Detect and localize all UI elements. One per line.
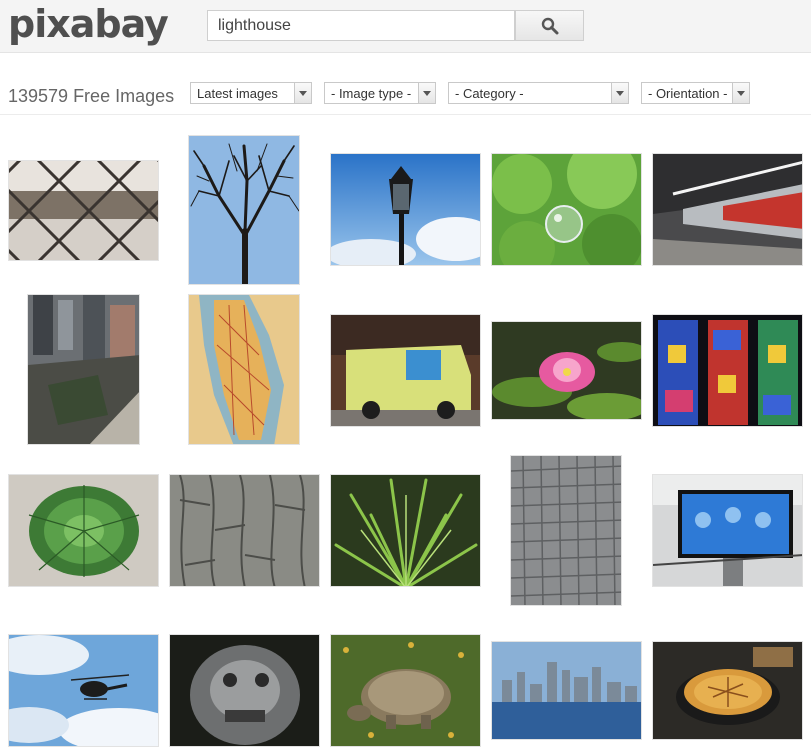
image-thumb-painted-van[interactable] bbox=[330, 314, 481, 427]
image-manhattan-map bbox=[189, 295, 299, 444]
sort-select-value: Latest images bbox=[197, 86, 278, 101]
image-thumb-pie[interactable] bbox=[652, 641, 803, 740]
image-thumb-cobblestones[interactable] bbox=[510, 455, 622, 606]
image-thumb-lion-statue[interactable] bbox=[169, 634, 320, 747]
image-stained-glass bbox=[653, 315, 802, 426]
image-green-plant bbox=[331, 475, 480, 586]
search-button[interactable] bbox=[515, 10, 584, 41]
chevron-down-icon bbox=[611, 83, 628, 103]
image-tv-screen bbox=[653, 475, 802, 586]
image-thumb-tree-bark[interactable] bbox=[169, 474, 320, 587]
sort-select[interactable]: Latest images bbox=[190, 82, 312, 104]
image-thumb-chain-link-fence[interactable] bbox=[8, 160, 159, 261]
image-thumb-stained-glass[interactable] bbox=[652, 314, 803, 427]
image-city-aerial bbox=[28, 295, 139, 444]
orientation-select[interactable]: - Orientation - bbox=[641, 82, 750, 104]
image-painted-van bbox=[331, 315, 480, 426]
chevron-down-icon bbox=[294, 83, 311, 103]
filter-bar: 139579 Free Images Latest images - Image… bbox=[0, 80, 811, 115]
image-thumb-helicopter[interactable] bbox=[8, 634, 159, 747]
image-pie bbox=[653, 642, 802, 739]
image-soap-bubble bbox=[492, 154, 641, 265]
search-input[interactable] bbox=[207, 10, 515, 41]
image-thumb-city-aerial[interactable] bbox=[27, 294, 140, 445]
image-thumb-tv-screen[interactable] bbox=[652, 474, 803, 587]
image-type-select[interactable]: - Image type - bbox=[324, 82, 436, 104]
image-city-skyline bbox=[492, 642, 641, 739]
search-icon bbox=[541, 17, 558, 34]
image-thumb-green-plant[interactable] bbox=[330, 474, 481, 587]
image-type-select-value: - Image type - bbox=[331, 86, 412, 101]
pixabay-logo[interactable]: pixabay bbox=[8, 2, 169, 46]
image-thumb-bare-tree[interactable] bbox=[188, 135, 300, 285]
category-select-value: - Category - bbox=[455, 86, 524, 101]
chevron-down-icon bbox=[732, 83, 749, 103]
image-street-lamp bbox=[331, 154, 480, 265]
image-thumb-manhattan-map[interactable] bbox=[188, 294, 300, 445]
image-agave-plant bbox=[9, 475, 158, 586]
image-thumb-tortoise[interactable] bbox=[330, 634, 481, 747]
chevron-down-icon bbox=[418, 83, 435, 103]
image-lion-statue bbox=[170, 635, 319, 746]
image-thumb-subway-train[interactable] bbox=[652, 153, 803, 266]
image-water-lily bbox=[492, 322, 641, 419]
image-thumb-street-lamp[interactable] bbox=[330, 153, 481, 266]
image-helicopter bbox=[9, 635, 158, 746]
image-bare-tree bbox=[189, 136, 299, 284]
image-cobblestones bbox=[511, 456, 621, 605]
image-thumb-water-lily[interactable] bbox=[491, 321, 642, 420]
image-tortoise bbox=[331, 635, 480, 746]
search-bar bbox=[207, 10, 584, 41]
image-thumb-agave-plant[interactable] bbox=[8, 474, 159, 587]
result-count: 139579 Free Images bbox=[8, 86, 175, 106]
image-subway-train bbox=[653, 154, 802, 265]
top-bar: pixabay bbox=[0, 0, 811, 53]
orientation-select-value: - Orientation - bbox=[648, 86, 728, 101]
image-tree-bark bbox=[170, 475, 319, 586]
image-thumb-soap-bubble[interactable] bbox=[491, 153, 642, 266]
image-thumb-city-skyline[interactable] bbox=[491, 641, 642, 740]
category-select[interactable]: - Category - bbox=[448, 82, 629, 104]
image-chain-link-fence bbox=[9, 161, 158, 260]
